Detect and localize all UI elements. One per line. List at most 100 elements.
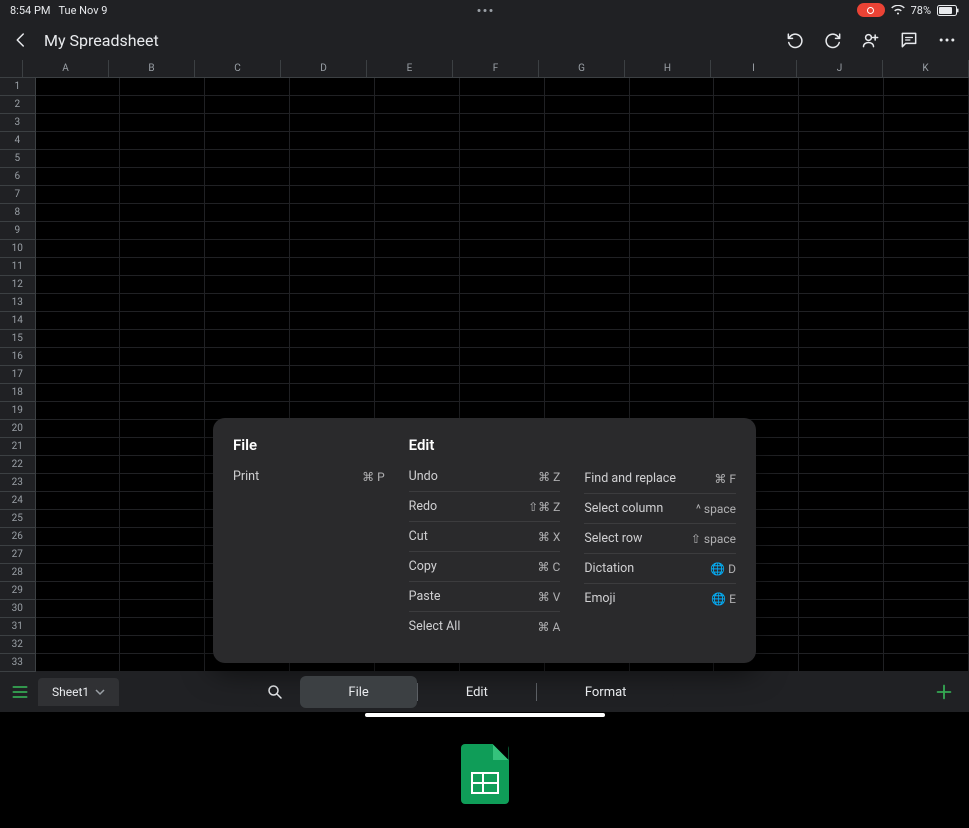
cell[interactable] [120, 438, 205, 456]
cell[interactable] [630, 78, 715, 96]
cell[interactable] [799, 456, 884, 474]
cell[interactable] [205, 78, 290, 96]
cell[interactable] [545, 312, 630, 330]
cell[interactable] [460, 348, 545, 366]
cell[interactable] [205, 132, 290, 150]
cell[interactable] [884, 492, 969, 510]
row-header[interactable]: 20 [0, 420, 36, 438]
select-all-corner[interactable] [0, 60, 23, 78]
cell[interactable] [120, 582, 205, 600]
cell[interactable] [375, 204, 460, 222]
cell[interactable] [460, 78, 545, 96]
column-header[interactable]: F [453, 60, 539, 78]
cell[interactable] [205, 276, 290, 294]
cell[interactable] [36, 114, 121, 132]
cell[interactable] [120, 150, 205, 168]
cell[interactable] [799, 618, 884, 636]
cell[interactable] [545, 204, 630, 222]
cell[interactable] [884, 294, 969, 312]
cell[interactable] [36, 636, 121, 654]
cell[interactable] [290, 222, 375, 240]
cell[interactable] [460, 240, 545, 258]
cell[interactable] [36, 366, 121, 384]
cell[interactable] [884, 654, 969, 672]
column-header[interactable]: J [797, 60, 883, 78]
cell[interactable] [120, 276, 205, 294]
cell[interactable] [714, 96, 799, 114]
cell[interactable] [36, 222, 121, 240]
cell[interactable] [799, 258, 884, 276]
cell[interactable] [799, 240, 884, 258]
sheets-app-icon[interactable] [461, 744, 509, 804]
cell[interactable] [545, 366, 630, 384]
cell[interactable] [290, 294, 375, 312]
cell[interactable] [36, 546, 121, 564]
cell[interactable] [799, 492, 884, 510]
sheet-tab[interactable]: Sheet1 [38, 678, 119, 706]
add-sheet-button[interactable] [929, 681, 959, 703]
cell[interactable] [799, 348, 884, 366]
cell[interactable] [884, 330, 969, 348]
column-header[interactable]: A [23, 60, 109, 78]
row-header[interactable]: 15 [0, 330, 36, 348]
cell[interactable] [714, 366, 799, 384]
comments-button[interactable] [899, 30, 919, 50]
cell[interactable] [799, 654, 884, 672]
cell[interactable] [460, 168, 545, 186]
cell[interactable] [799, 96, 884, 114]
cell[interactable] [120, 528, 205, 546]
cell[interactable] [36, 330, 121, 348]
cell[interactable] [460, 114, 545, 132]
cell[interactable] [120, 78, 205, 96]
row-header[interactable]: 22 [0, 456, 36, 474]
row-header[interactable]: 27 [0, 546, 36, 564]
more-menu-button[interactable] [937, 30, 957, 50]
cell[interactable] [120, 456, 205, 474]
cell[interactable] [884, 510, 969, 528]
cell[interactable] [460, 150, 545, 168]
cell[interactable] [120, 546, 205, 564]
cell[interactable] [799, 384, 884, 402]
cell[interactable] [884, 618, 969, 636]
cell[interactable] [205, 366, 290, 384]
cell[interactable] [205, 186, 290, 204]
cell[interactable] [884, 438, 969, 456]
cell[interactable] [375, 114, 460, 132]
cell[interactable] [884, 222, 969, 240]
cell[interactable] [799, 78, 884, 96]
cell[interactable] [375, 132, 460, 150]
cell[interactable] [884, 636, 969, 654]
cell[interactable] [884, 240, 969, 258]
cell[interactable] [799, 312, 884, 330]
cell[interactable] [290, 168, 375, 186]
cell[interactable] [290, 366, 375, 384]
cell[interactable] [460, 312, 545, 330]
cell[interactable] [205, 294, 290, 312]
column-header[interactable]: G [539, 60, 625, 78]
cell[interactable] [799, 222, 884, 240]
cell[interactable] [799, 204, 884, 222]
cell[interactable] [205, 150, 290, 168]
segment-format[interactable]: Format [537, 676, 675, 708]
cell[interactable] [375, 78, 460, 96]
cell[interactable] [714, 294, 799, 312]
cell[interactable] [375, 384, 460, 402]
cell[interactable] [460, 366, 545, 384]
cell[interactable] [120, 402, 205, 420]
row-header[interactable]: 10 [0, 240, 36, 258]
cell[interactable] [120, 204, 205, 222]
column-header[interactable]: H [625, 60, 711, 78]
cell[interactable] [36, 654, 121, 672]
cell[interactable] [630, 330, 715, 348]
cell[interactable] [630, 222, 715, 240]
cell[interactable] [799, 132, 884, 150]
cell[interactable] [375, 330, 460, 348]
cell[interactable] [884, 348, 969, 366]
cell[interactable] [545, 186, 630, 204]
cell[interactable] [884, 258, 969, 276]
cell[interactable] [545, 330, 630, 348]
cell[interactable] [545, 276, 630, 294]
cell[interactable] [884, 600, 969, 618]
cell[interactable] [545, 114, 630, 132]
cell[interactable] [375, 348, 460, 366]
